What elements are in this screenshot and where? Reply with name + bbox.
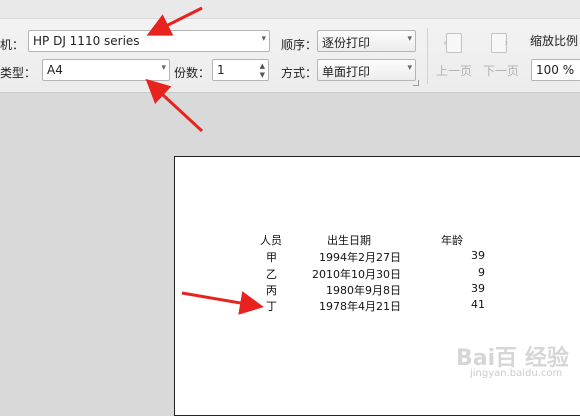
row-1-name: 甲 (266, 251, 277, 264)
next-page-button[interactable]: 下一页 (483, 62, 519, 79)
spin-up-icon[interactable]: ▲ (260, 62, 265, 70)
printer-value: HP DJ 1110 series (33, 34, 140, 48)
header-age: 年龄 (441, 234, 463, 247)
order-value: 逐份打印 (322, 36, 371, 50)
zoom-label: 缩放比例 (530, 34, 579, 48)
paper-type-value: A4 (47, 63, 63, 77)
print-mode-value: 单面打印 (322, 65, 371, 79)
printer-select[interactable]: HP DJ 1110 series ▾ (28, 30, 270, 52)
zoom-value: 100 % (536, 63, 575, 77)
zoom-select[interactable]: 100 % (531, 59, 580, 81)
dialog-launcher-icon[interactable] (413, 80, 419, 86)
chevron-down-icon: ▾ (407, 34, 412, 44)
print-mode-label: 方式： (281, 66, 318, 80)
row-2-name: 乙 (266, 268, 277, 281)
print-mode-select[interactable]: 单面打印 ▾ (317, 59, 416, 81)
row-3-date: 1980年9月8日 (326, 284, 401, 297)
copies-stepper[interactable]: 1 ▲ ▼ (212, 59, 269, 81)
separator (427, 28, 428, 84)
watermark-url: jingyan.baidu.com (470, 368, 563, 379)
header-person: 人员 (260, 234, 282, 247)
previous-page-icon[interactable]: ‹ (443, 33, 462, 53)
row-1-date: 1994年2月27日 (319, 251, 401, 264)
row-3-name: 丙 (266, 284, 277, 297)
order-select[interactable]: 逐份打印 ▾ (317, 30, 416, 52)
row-4-age: 41 (471, 298, 485, 311)
row-4-date: 1978年4月21日 (319, 300, 401, 313)
row-2-age: 9 (478, 266, 485, 279)
next-page-icon[interactable]: › (491, 33, 509, 53)
previous-page-button[interactable]: 上一页 (436, 62, 472, 79)
paper-type-select[interactable]: A4 ▾ (42, 59, 170, 81)
row-4-name: 丁 (266, 300, 277, 313)
spin-down-icon[interactable]: ▼ (260, 71, 265, 79)
chevron-right-icon: › (504, 36, 509, 49)
copies-label: 份数： (174, 66, 211, 80)
row-1-age: 39 (471, 249, 485, 262)
header-birthdate: 出生日期 (327, 234, 371, 247)
row-3-age: 39 (471, 282, 485, 295)
order-label: 顺序： (281, 38, 318, 52)
chevron-down-icon: ▾ (407, 63, 412, 73)
chevron-down-icon: ▾ (161, 63, 166, 73)
paper-type-label: 类型： (0, 66, 37, 80)
chevron-left-icon: ‹ (443, 36, 448, 49)
window-top-strip (0, 0, 580, 19)
copies-value: 1 (217, 63, 225, 77)
row-2-date: 2010年10月30日 (312, 268, 401, 281)
printer-label: 机： (0, 38, 25, 52)
chevron-down-icon: ▾ (261, 34, 266, 44)
print-settings-ribbon: 机： HP DJ 1110 series ▾ 顺序： 逐份打印 ▾ 类型： A4… (0, 0, 580, 93)
